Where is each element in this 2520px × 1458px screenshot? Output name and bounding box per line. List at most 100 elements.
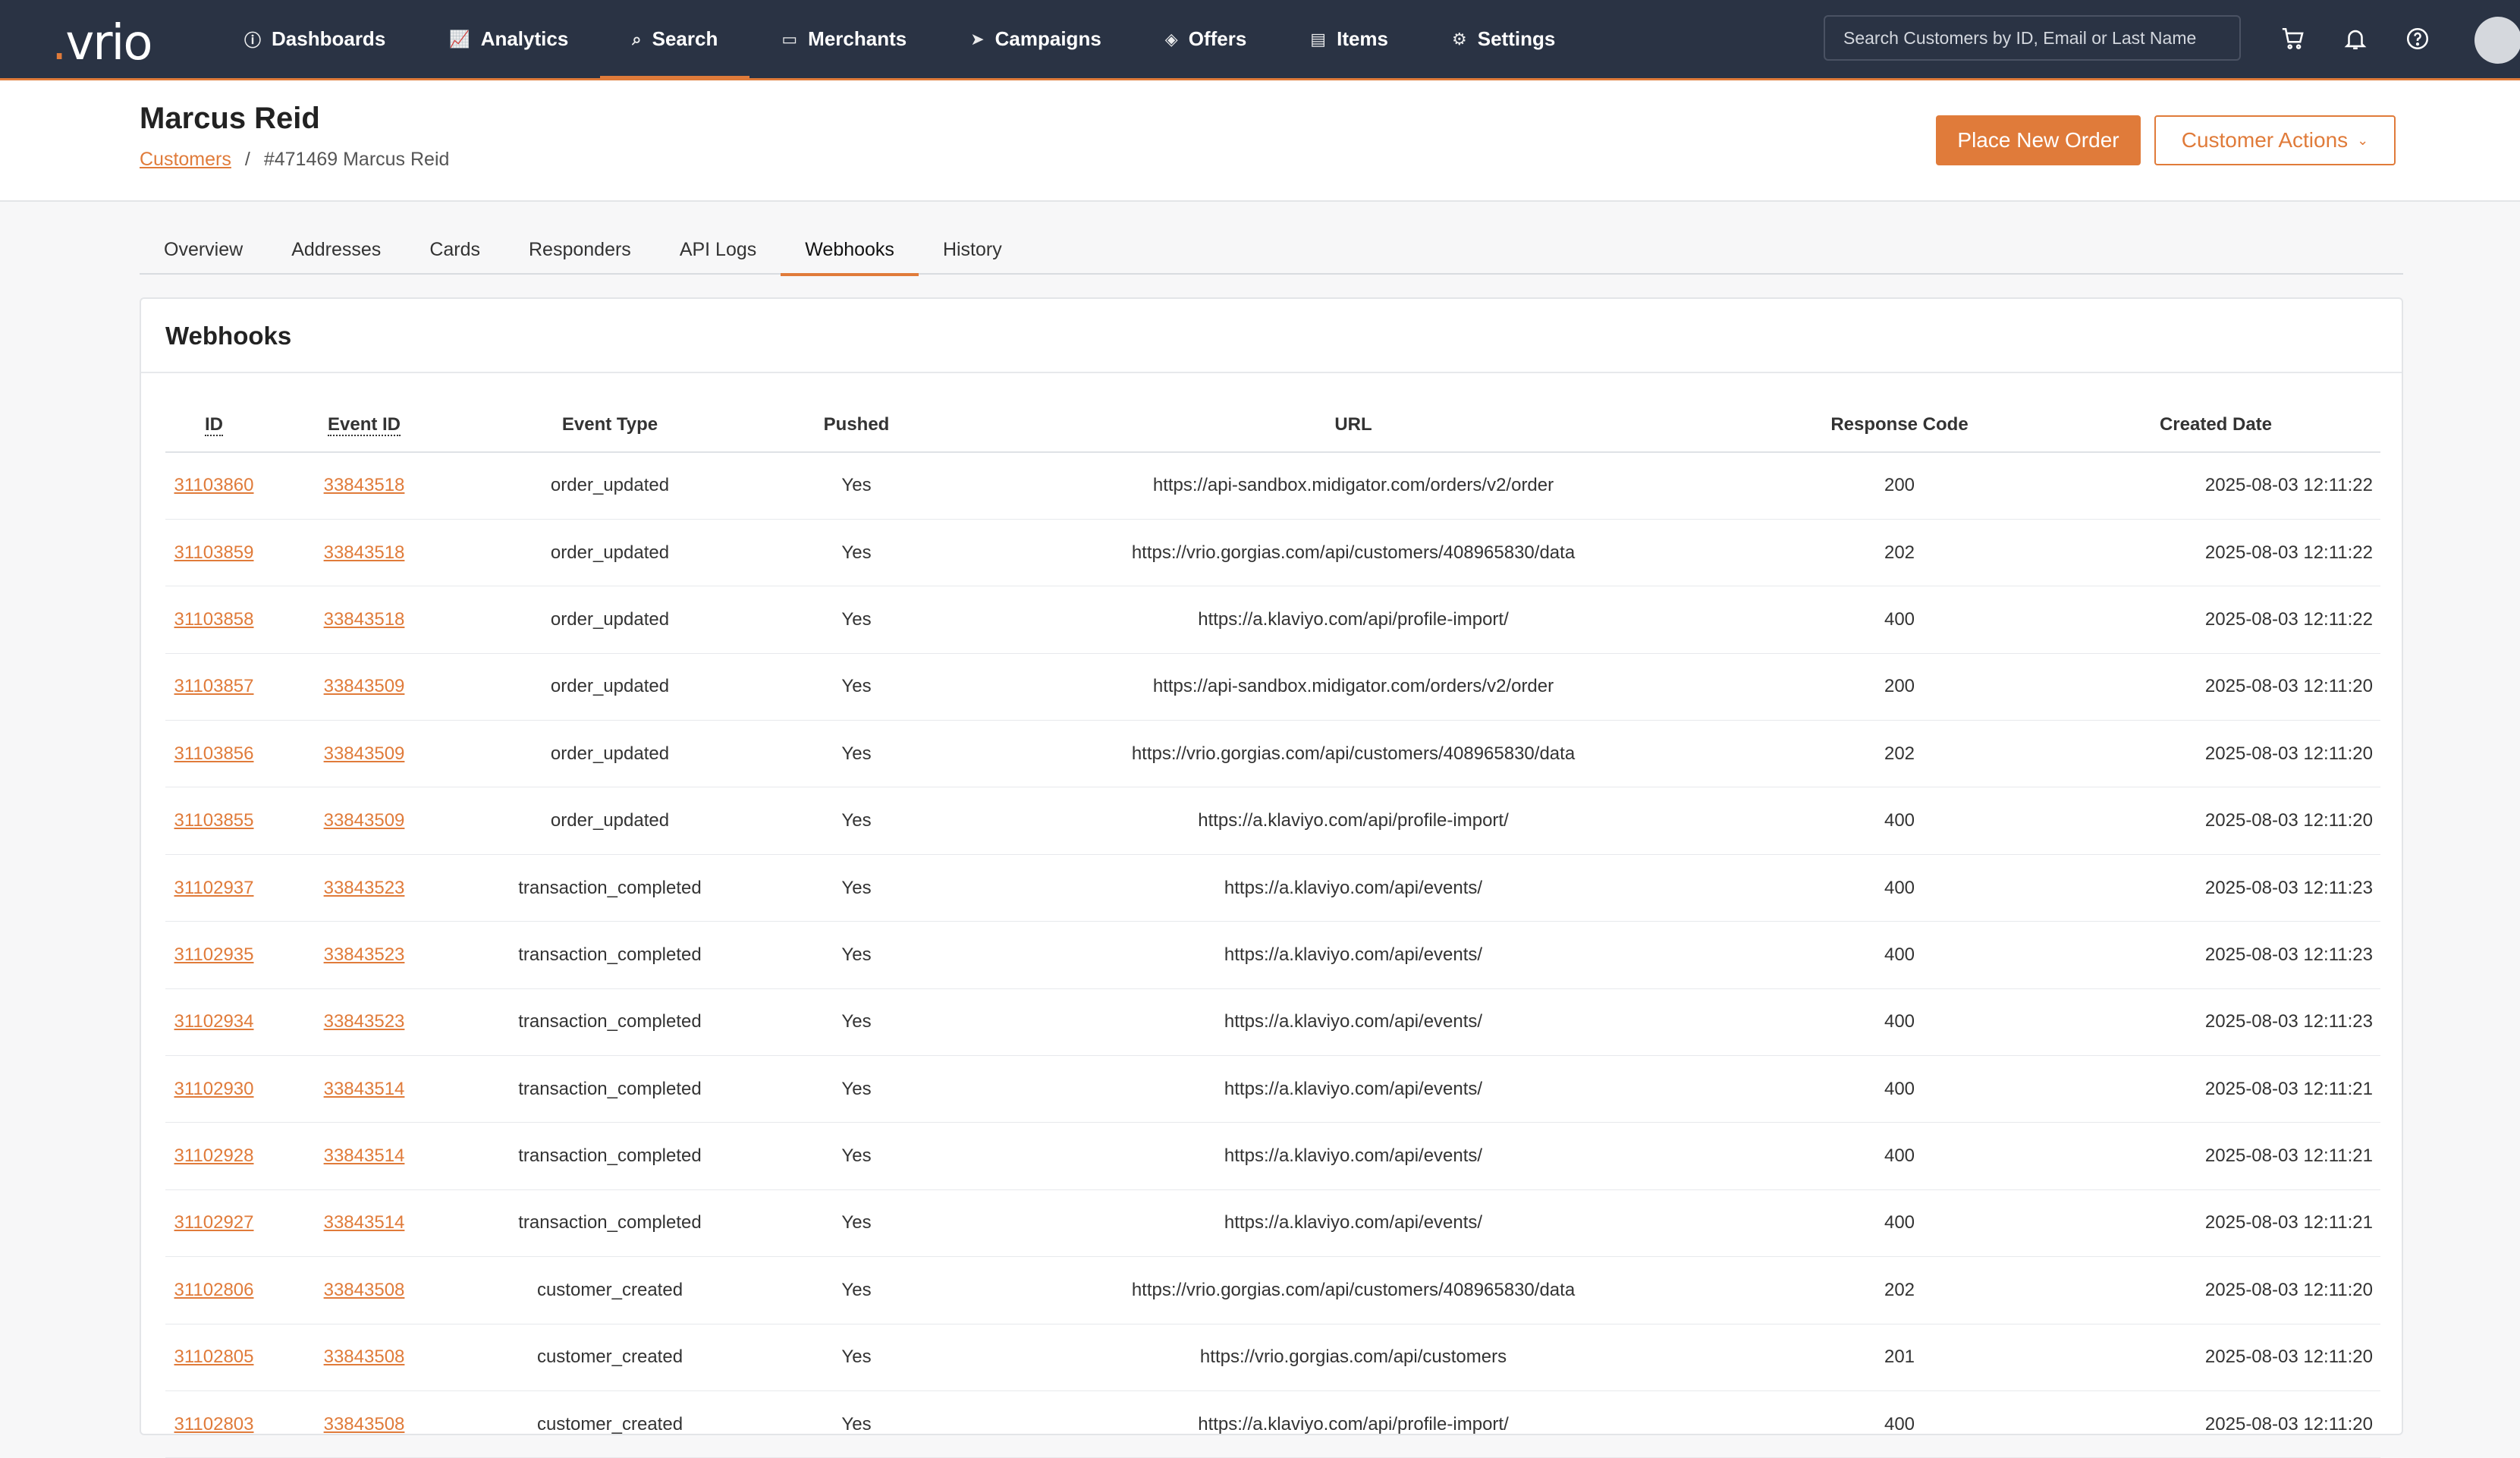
place-new-order-button[interactable]: Place New Order [1936,115,2141,165]
tab-overview[interactable]: Overview [140,225,267,275]
event-id-link[interactable]: 33843508 [324,1414,405,1434]
webhooks-card: Webhooks ID Event ID Event Type Pushed U… [140,297,2403,1458]
event-id-link[interactable]: 33843518 [324,609,405,630]
webhook-id-link[interactable]: 31103855 [174,810,254,831]
vrio-logo[interactable]: .vrio [52,15,152,71]
nav-item-merchants[interactable]: ▭ Merchants [749,0,938,78]
cell-id: 31102928 [165,1122,262,1190]
event-id-link[interactable]: 33843523 [324,878,405,898]
webhook-id-link[interactable]: 31102803 [174,1414,254,1434]
cell-response-code: 400 [1748,1055,2051,1123]
webhook-id-link[interactable]: 31102928 [174,1145,254,1166]
tab-api-logs[interactable]: API Logs [655,225,781,275]
event-id-link[interactable]: 33843523 [324,944,405,965]
table-row: 31103858 33843518 order_updated Yes https://… [165,586,2380,654]
table-row: 31103859 33843518 order_updated Yes https://… [165,519,2380,587]
cell-event-type: transaction_completed [466,921,754,989]
event-id-link[interactable]: 33843514 [324,1145,405,1166]
event-id-link[interactable]: 33843509 [324,743,405,764]
cell-created-date: 2025-08-03 12:11:20 [2051,1390,2380,1458]
cell-response-code: 200 [1748,653,2051,721]
col-event-type: Event Type [466,397,754,453]
event-id-link[interactable]: 33843508 [324,1346,405,1367]
nav-item-dashboards[interactable]: ⓘ Dashboards [212,0,417,78]
event-id-link[interactable]: 33843518 [324,542,405,563]
cell-id: 31102805 [165,1324,262,1391]
col-id[interactable]: ID [165,397,262,453]
cell-pushed: Yes [754,519,959,587]
webhook-id-link[interactable]: 31103857 [174,676,254,696]
gears-icon: ⚙ [1452,29,1467,49]
cell-response-code: 400 [1748,1122,2051,1190]
nav-item-analytics[interactable]: 📈 Analytics [417,0,600,78]
table-row: 31102934 33843523 transaction_completed Yes… [165,988,2380,1057]
cell-url: https://vrio.gorgias.com/api/customers/4… [959,519,1748,587]
tab-webhooks[interactable]: Webhooks [781,225,919,276]
cell-id: 31102803 [165,1390,262,1458]
nav-item-offers[interactable]: ◈ Offers [1133,0,1279,78]
nav-item-items[interactable]: ▤ Items [1278,0,1420,78]
avatar[interactable] [2474,17,2520,64]
event-id-link[interactable]: 33843523 [324,1011,405,1032]
cell-created-date: 2025-08-03 12:11:21 [2051,1055,2380,1123]
webhook-id-link[interactable]: 31102927 [174,1212,254,1233]
table-row: 31102806 33843508 customer_created Yes https… [165,1256,2380,1324]
bell-icon[interactable] [2338,21,2373,56]
card-icon: ▭ [781,29,798,49]
cart-icon[interactable] [2276,21,2311,56]
cell-created-date: 2025-08-03 12:11:22 [2051,452,2380,520]
cell-url: https://api-sandbox.midigator.com/orders… [959,452,1748,520]
event-id-link[interactable]: 33843508 [324,1280,405,1300]
cell-pushed: Yes [754,988,959,1057]
webhook-id-link[interactable]: 31102937 [174,878,254,898]
cell-created-date: 2025-08-03 12:11:20 [2051,1256,2380,1324]
main-nav: ⓘ Dashboards 📈 Analytics ⌕ Search ▭ Merchant… [212,0,1587,80]
event-id-link[interactable]: 33843509 [324,810,405,831]
nav-item-settings[interactable]: ⚙ Settings [1420,0,1587,78]
customer-search-input[interactable]: Search Customers by ID, Email or Last Na… [1824,15,2241,61]
event-id-link[interactable]: 33843518 [324,475,405,495]
webhook-id-link[interactable]: 31102935 [174,944,254,965]
customer-actions-button[interactable]: Customer Actions ⌄ [2154,115,2396,165]
tab-addresses[interactable]: Addresses [267,225,405,275]
cell-event-id: 33843523 [262,921,466,989]
webhook-id-link[interactable]: 31102805 [174,1346,254,1367]
cell-event-type: customer_created [466,1390,754,1458]
tab-responders[interactable]: Responders [504,225,655,275]
cell-event-type: transaction_completed [466,1055,754,1123]
breadcrumb-separator: / [244,149,250,170]
tab-history[interactable]: History [919,225,1026,275]
cell-id: 31103856 [165,720,262,788]
webhook-id-link[interactable]: 31102934 [174,1011,254,1032]
cell-event-id: 33843523 [262,854,466,922]
help-icon[interactable] [2400,21,2435,56]
event-id-link[interactable]: 33843514 [324,1079,405,1099]
webhook-id-link[interactable]: 31102806 [174,1280,254,1300]
col-event-id[interactable]: Event ID [262,397,466,453]
webhook-id-link[interactable]: 31103860 [174,475,254,495]
table-row: 31102937 33843523 transaction_completed Yes… [165,854,2380,922]
page-header: Marcus Reid Customers / #471469 Marcus R… [0,80,2520,202]
event-id-link[interactable]: 33843514 [324,1212,405,1233]
webhook-id-link[interactable]: 31103856 [174,743,254,764]
webhook-id-link[interactable]: 31103858 [174,609,254,630]
cell-created-date: 2025-08-03 12:11:21 [2051,1122,2380,1190]
cell-url: https://a.klaviyo.com/api/events/ [959,1189,1748,1258]
tab-cards[interactable]: Cards [405,225,504,275]
cell-id: 31102934 [165,988,262,1057]
cell-event-type: order_updated [466,720,754,788]
event-id-link[interactable]: 33843509 [324,676,405,696]
nav-item-campaigns[interactable]: ➤ Campaigns [938,0,1133,78]
nav-item-search[interactable]: ⌕ Search [600,0,750,80]
customer-tabs: Overview Addresses Cards Responders API … [140,225,2403,276]
table-row: 31103856 33843509 order_updated Yes https://… [165,720,2380,788]
breadcrumb: Customers / #471469 Marcus Reid [140,149,449,171]
cell-response-code: 400 [1748,988,2051,1057]
webhook-id-link[interactable]: 31103859 [174,542,254,563]
cell-event-type: transaction_completed [466,988,754,1057]
cell-event-type: transaction_completed [466,1189,754,1258]
breadcrumb-customers-link[interactable]: Customers [140,149,231,171]
cell-url: https://vrio.gorgias.com/api/customers/4… [959,1256,1748,1324]
cell-id: 31102927 [165,1189,262,1258]
webhook-id-link[interactable]: 31102930 [174,1079,254,1099]
